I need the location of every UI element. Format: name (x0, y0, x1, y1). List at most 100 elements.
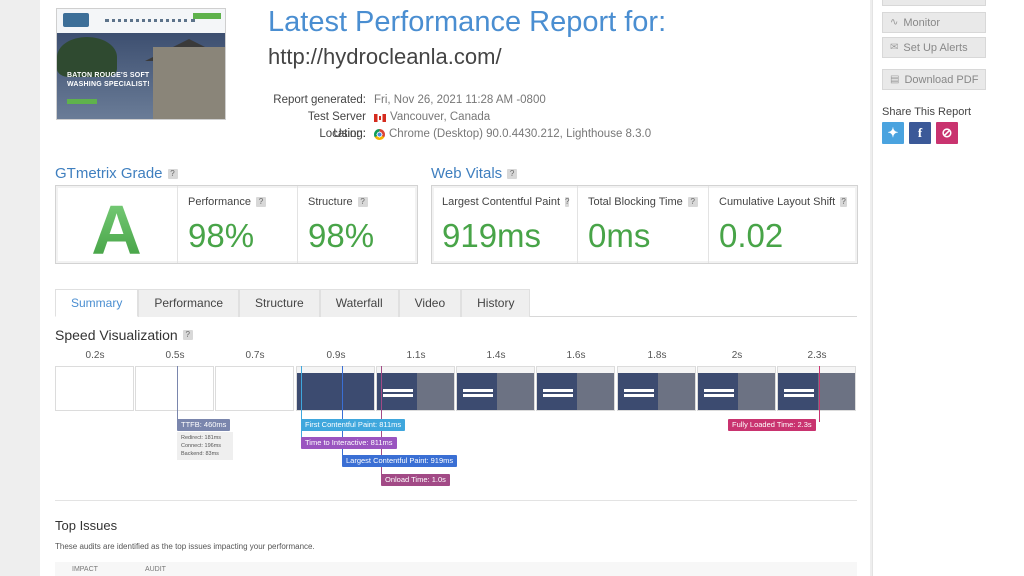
filmstrip-frame[interactable] (376, 366, 455, 411)
ttfb-marker-line (177, 366, 178, 422)
tti-label[interactable]: Time to Interactive: 811ms (301, 437, 397, 449)
timeline-tick: 2.3s (807, 350, 827, 361)
speed-visualization-title: Speed Visualization ? (55, 327, 193, 343)
tab-history[interactable]: History (461, 289, 531, 317)
site-screenshot-thumbnail[interactable]: BATON ROUGE'S SOFT WASHING SPECIALIST! (56, 8, 226, 120)
meta-value: Chrome (Desktop) 90.0.4430.212, Lighthou… (389, 128, 652, 140)
lcp-marker-line (342, 366, 343, 464)
speed-timeline: 0.2s 0.5s 0.7s 0.9s 1.1s 1.4s 1.6s 1.8s … (55, 350, 857, 490)
help-icon[interactable]: ? (167, 168, 178, 179)
report-page: BATON ROUGE'S SOFT WASHING SPECIALIST! L… (40, 0, 870, 576)
tab-structure[interactable]: Structure (239, 289, 320, 317)
report-tabs: Summary Performance Structure Waterfall … (55, 289, 857, 317)
help-icon[interactable]: ? (357, 197, 368, 207)
performance-value: 98% (188, 217, 255, 254)
top-issues-table-header: IMPACT AUDIT (55, 562, 857, 576)
thumbnail-logo (63, 13, 89, 27)
filmstrip-frame[interactable] (135, 366, 214, 411)
filmstrip-frame[interactable] (617, 366, 696, 411)
tab-summary[interactable]: Summary (55, 289, 139, 317)
filmstrip-frame[interactable] (536, 366, 615, 411)
speed-title-text: Speed Visualization (55, 327, 178, 343)
performance-cell: Performance? 98% (178, 186, 298, 263)
monitor-label: Monitor (903, 16, 941, 29)
sidebar-button-partial[interactable] (882, 0, 986, 6)
audit-column-header[interactable]: AUDIT (145, 566, 166, 573)
monitor-button[interactable]: ∿ Monitor (882, 12, 986, 33)
lcp-label: Largest Contentful Paint (442, 196, 561, 208)
report-sidebar: ∿ Monitor ✉ Set Up Alerts ▤ Download PDF… (872, 0, 1024, 576)
meta-row-generated: Report generated: Fri, Nov 26, 2021 11:2… (268, 92, 651, 109)
top-issues-description: These audits are identified as the top i… (55, 542, 315, 551)
timeline-tick: 0.7s (245, 350, 265, 361)
facebook-share-button[interactable]: f (909, 122, 931, 144)
lcp-timeline-label[interactable]: Largest Contentful Paint: 919ms (342, 455, 458, 467)
impact-column-header[interactable]: IMPACT (72, 566, 98, 573)
help-icon[interactable]: ? (255, 197, 266, 207)
canada-flag-icon (374, 113, 386, 122)
twitter-share-button[interactable]: ✦ (882, 122, 904, 144)
filmstrip-frame[interactable] (296, 366, 375, 411)
filmstrip-frame[interactable] (777, 366, 856, 411)
timeline-tick: 1.8s (647, 350, 667, 361)
share-title: Share This Report (882, 106, 972, 118)
report-url[interactable]: http://hydrocleanla.com/ (268, 44, 502, 70)
fcp-label[interactable]: First Contentful Paint: 811ms (301, 419, 406, 431)
download-pdf-button[interactable]: ▤ Download PDF (882, 69, 986, 90)
link-icon: ⊘ (941, 125, 953, 140)
timeline-tick: 0.9s (326, 350, 346, 361)
grade-section-title: GTmetrix Grade ? (55, 165, 178, 182)
link-share-button[interactable]: ⊘ (936, 122, 958, 144)
set-up-alerts-button[interactable]: ✉ Set Up Alerts (882, 37, 986, 58)
onload-label[interactable]: Onload Time: 1.0s (381, 474, 450, 486)
timeline-tick: 0.5s (165, 350, 185, 361)
ttfb-backend: Backend: 83ms (181, 451, 219, 457)
tbt-cell: Total Blocking Time? 0ms (578, 186, 709, 263)
monitor-pulse-icon: ∿ (890, 17, 899, 28)
help-icon[interactable]: ? (687, 197, 698, 207)
timeline-tick: 1.6s (566, 350, 586, 361)
alerts-icon: ✉ (890, 42, 899, 53)
grade-letter: A (91, 190, 142, 269)
tbt-value: 0ms (588, 217, 651, 254)
meta-row-location: Test Server Location: Vancouver, Canada (268, 109, 651, 140)
timeline-tick: 1.4s (486, 350, 506, 361)
fully-loaded-marker-line (819, 366, 820, 422)
lcp-value: 919ms (442, 217, 542, 254)
thumbnail-nav (105, 19, 195, 22)
tbt-label: Total Blocking Time (588, 196, 683, 208)
timeline-tick: 0.2s (85, 350, 105, 361)
chrome-icon (374, 129, 385, 140)
ttfb-label[interactable]: TTFB: 460ms (177, 419, 231, 431)
structure-label: Structure (308, 196, 353, 208)
fully-loaded-label[interactable]: Fully Loaded Time: 2.3s (728, 419, 816, 431)
tab-performance[interactable]: Performance (138, 289, 240, 317)
help-icon[interactable]: ? (507, 168, 518, 179)
page-title: Latest Performance Report for: (268, 6, 667, 38)
meta-label: Using: (333, 128, 366, 140)
help-icon[interactable]: ? (565, 197, 570, 207)
help-icon[interactable]: ? (840, 197, 847, 207)
tab-waterfall[interactable]: Waterfall (319, 289, 399, 317)
meta-row-using: Using: Chrome (Desktop) 90.0.4430.212, L… (268, 126, 651, 143)
tab-video[interactable]: Video (398, 289, 462, 317)
pdf-icon: ▤ (890, 74, 900, 85)
section-divider (55, 500, 857, 501)
structure-cell: Structure? 98% (298, 186, 417, 263)
share-buttons: ✦ f ⊘ (882, 122, 963, 144)
filmstrip-frame[interactable] (697, 366, 776, 411)
fcp-marker-line (301, 366, 302, 446)
help-icon[interactable]: ? (182, 330, 193, 340)
filmstrip-frame[interactable] (55, 366, 134, 411)
cls-label: Cumulative Layout Shift (719, 196, 836, 208)
lcp-cell: Largest Contentful Paint? 919ms (432, 186, 578, 263)
filmstrip-frame[interactable] (456, 366, 535, 411)
structure-value: 98% (308, 217, 375, 254)
filmstrip-frame[interactable] (215, 366, 294, 411)
meta-value: Fri, Nov 26, 2021 11:28 AM -0800 (374, 94, 546, 106)
vitals-section-title: Web Vitals ? (431, 165, 518, 182)
alerts-label: Set Up Alerts (903, 41, 968, 54)
grade-title: GTmetrix Grade (55, 165, 163, 182)
report-meta: Report generated: Fri, Nov 26, 2021 11:2… (268, 92, 651, 143)
cls-value: 0.02 (719, 217, 784, 254)
